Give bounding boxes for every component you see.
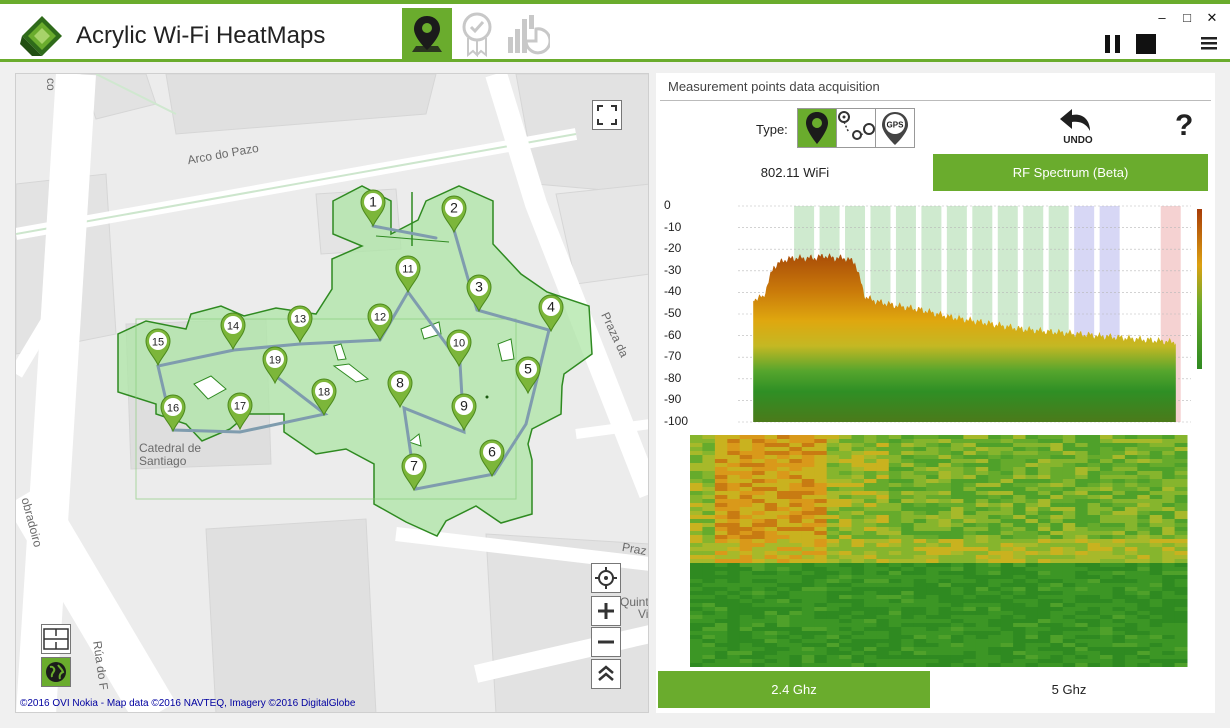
spectrum-waterfall [690,435,1188,667]
title-bar: Acrylic Wi-Fi HeatMaps – □ ✕ [0,4,1230,62]
measurement-point-label: 8 [396,375,404,391]
measurement-point-label: 1 [369,194,377,210]
measurement-point-label: 17 [234,401,246,413]
certificate-icon [462,12,492,57]
locate-icon [595,567,617,589]
globe-icon [46,662,66,682]
app-logo-icon [20,16,62,56]
landmark-label: Catedral de Santiago [139,441,202,468]
acquisition-panel: Measurement points data acquisition Type… [656,73,1215,713]
route-points-icon [838,111,875,140]
spectrum-chart [738,205,1202,423]
collapse-button[interactable] [591,659,621,689]
tab-rf-spectrum[interactable]: RF Spectrum (Beta) [933,154,1208,191]
locate-button[interactable] [591,563,621,593]
measurement-point-label: 5 [524,361,532,377]
type-route-button[interactable] [836,108,876,148]
type-gps-button[interactable]: GPS [875,108,915,148]
map-pin-icon [412,16,442,52]
fullscreen-button[interactable] [592,100,622,130]
band-2-4ghz-tab[interactable]: 2.4 Ghz [658,671,930,708]
floorplan-icon [43,628,69,650]
mode-heatmap-button[interactable] [402,8,452,60]
stop-icon[interactable] [1135,34,1157,54]
measurement-point-label: 18 [318,387,330,399]
gps-icon: GPS [882,112,908,145]
measurement-point-label: 9 [460,398,468,414]
measurement-point-label: 6 [488,444,496,460]
zoom-in-icon [598,603,614,619]
report-chart-icon [508,15,550,55]
collapse-icon [598,665,614,681]
measurement-point-label: 3 [475,279,483,295]
type-single-point-button[interactable] [797,108,837,148]
map-copyright: ©2016 OVI Nokia - Map data ©2016 NAVTEQ,… [20,698,356,709]
measurement-point-label: 19 [269,355,281,367]
measurement-point-label: 15 [152,337,164,349]
zoom-out-icon [598,640,614,644]
satellite-view-button[interactable] [41,657,71,687]
maximize-button[interactable]: □ [1179,10,1195,25]
band-5ghz-tab[interactable]: 5 Ghz [932,671,1206,708]
measurement-point-label: 7 [410,458,418,474]
pause-icon[interactable] [1103,34,1123,54]
floor-map[interactable]: 1 2 3 4 5 6 7 8 9 10 11 12 13 14 15 16 17 18 19 Arco do Pa… [15,73,649,713]
measurement-point-label: 14 [227,321,239,333]
street-label: co [44,78,58,91]
undo-label: UNDO [1063,135,1093,146]
help-button[interactable]: ? [1175,109,1193,143]
panel-header: Measurement points data acquisition [660,79,1211,101]
zoom-out-button[interactable] [591,627,621,657]
fullscreen-icon [597,105,617,125]
mode-certificate-button[interactable] [452,8,502,60]
street-label: Vi [638,607,649,621]
type-label: Type: [756,122,788,137]
app-window: Acrylic Wi-Fi HeatMaps – □ ✕ 1 2 3 4 5 6… [0,0,1230,728]
measurement-point-label: 11 [402,264,413,276]
measurement-point-label: 4 [547,299,555,315]
app-title: Acrylic Wi-Fi HeatMaps [76,22,326,49]
mode-reports-button[interactable] [502,8,552,60]
tab-wifi[interactable]: 802.11 WiFi [660,154,930,191]
svg-text:GPS: GPS [887,121,905,130]
measurement-point-label: 2 [450,200,458,216]
measurement-point-label: 12 [374,312,386,324]
measurement-point-label: 13 [294,314,306,326]
floorplan-button[interactable] [41,624,71,654]
minimize-button[interactable]: – [1154,10,1170,25]
measurement-point-label: 16 [167,403,179,415]
single-point-icon [806,112,828,144]
measurement-point-label: 10 [453,338,465,350]
color-legend [1197,209,1202,369]
close-button[interactable]: ✕ [1204,10,1220,26]
menu-icon[interactable] [1200,34,1218,52]
undo-button[interactable]: UNDO [1056,107,1100,149]
undo-icon [1060,109,1090,131]
zoom-in-button[interactable] [591,596,621,626]
map-canvas[interactable]: 1 2345678910111213141516 171819 [16,74,649,713]
